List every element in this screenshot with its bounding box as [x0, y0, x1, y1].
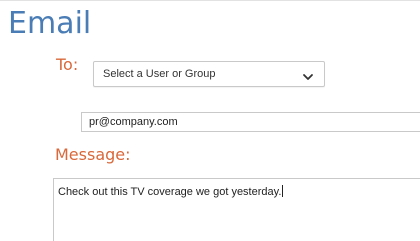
message-text: Check out this TV coverage we got yester… [58, 185, 284, 198]
message-textarea[interactable]: Check out this TV coverage we got yester… [53, 178, 420, 241]
to-label: To: [56, 55, 79, 74]
email-field[interactable]: pr@company.com [81, 112, 420, 132]
email-form-panel: Email To: Select a User or Group pr@comp… [0, 0, 420, 241]
message-label: Message: [55, 145, 131, 164]
chevron-down-icon [302, 69, 314, 80]
text-cursor [282, 185, 284, 197]
recipient-select[interactable]: Select a User or Group [93, 61, 325, 87]
recipient-select-value: Select a User or Group [103, 68, 216, 80]
message-value: Check out this TV coverage we got yester… [58, 186, 282, 198]
email-field-value: pr@company.com [89, 116, 178, 128]
page-title: Email [8, 6, 92, 41]
